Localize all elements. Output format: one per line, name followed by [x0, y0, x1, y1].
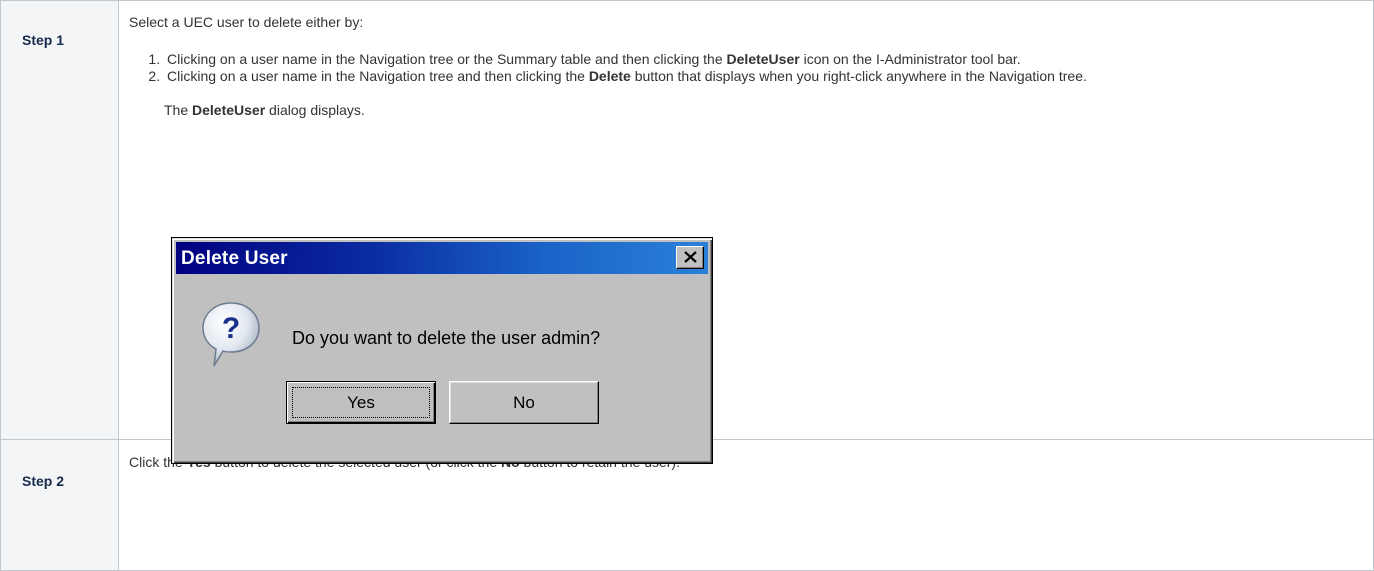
delete-options-list: Clicking on a user name in the Navigatio…: [129, 51, 1354, 85]
option-2-text-end: button that displays when you right-clic…: [630, 68, 1087, 84]
dialog-note: The DeleteUser dialog displays.: [164, 102, 1373, 119]
dialog-message: Do you want to delete the user admin?: [292, 328, 601, 348]
option-1-text: Clicking on a user name in the Navigatio…: [167, 51, 727, 67]
note-text-end: dialog displays.: [265, 102, 365, 118]
close-icon: [684, 251, 697, 263]
delete-user-dialog: Delete User ? Do you want to delete the …: [171, 237, 713, 464]
step-1-intro: Select a UEC user to delete either by:: [129, 14, 364, 30]
option-1-bold: DeleteUser: [726, 51, 800, 67]
no-button[interactable]: No: [449, 381, 599, 424]
dialog-title: Delete User: [181, 248, 288, 269]
step-2-label: Step 2: [22, 473, 65, 489]
note-bold: DeleteUser: [192, 102, 266, 118]
dialog-titlebar: Delete User: [176, 242, 708, 274]
option-2-text: Clicking on a user name in the Navigatio…: [167, 68, 589, 84]
step-2-header: Step 2: [0, 439, 119, 571]
option-item-2: Clicking on a user name in the Navigatio…: [164, 68, 1354, 85]
option-1-text-end: icon on the I-Administrator tool bar.: [799, 51, 1021, 67]
yes-button-label: Yes: [347, 393, 375, 412]
option-item-1: Clicking on a user name in the Navigatio…: [164, 51, 1354, 68]
svg-text:?: ?: [222, 312, 240, 345]
question-icon: ?: [202, 302, 260, 367]
note-text: The: [164, 102, 193, 118]
close-button[interactable]: [676, 246, 704, 269]
step-1-header: Step 1: [0, 0, 119, 440]
yes-button[interactable]: Yes: [286, 381, 436, 424]
no-button-label: No: [513, 393, 535, 412]
step-1-label: Step 1: [22, 32, 65, 48]
option-2-bold: Delete: [588, 68, 631, 84]
